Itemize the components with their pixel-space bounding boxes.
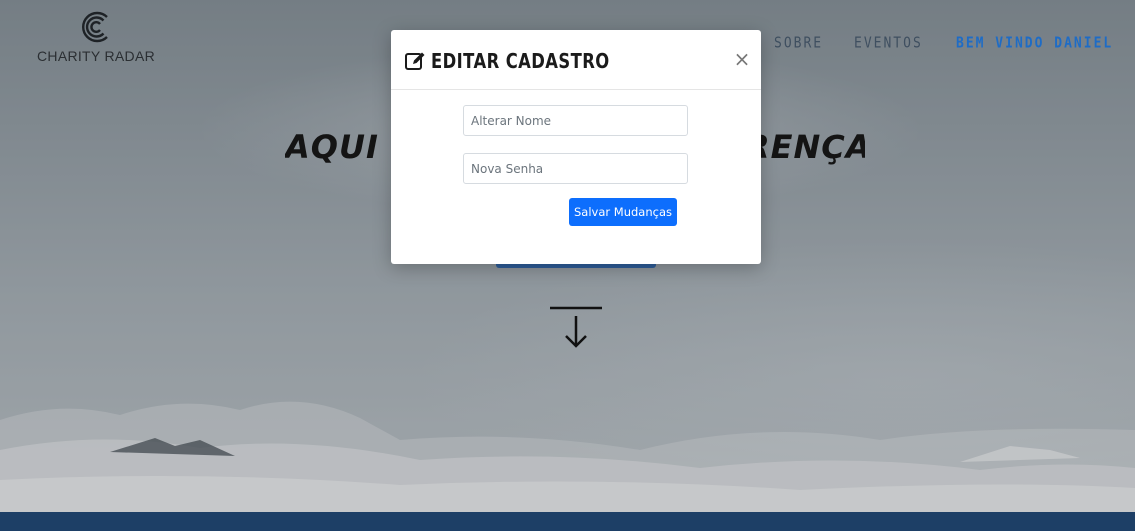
page: CHARITY RADAR SOBRE EVENTOS BEM VINDO DA… <box>0 0 1135 531</box>
nav-item-eventos[interactable]: EVENTOS <box>854 35 923 52</box>
modal-header: EDITAR CADASTRO × <box>391 30 761 90</box>
bottom-section-bar <box>0 512 1135 531</box>
edit-square-icon <box>405 52 425 70</box>
save-changes-button[interactable]: Salvar Mudanças <box>569 198 677 226</box>
brand-name: CHARITY RADAR <box>37 48 155 64</box>
edit-profile-modal: EDITAR CADASTRO × Salvar Mudanças <box>391 30 761 264</box>
scroll-down-arrow-icon[interactable] <box>547 302 605 352</box>
brand-logo[interactable]: CHARITY RADAR <box>36 10 156 80</box>
modal-title: EDITAR CADASTRO <box>431 49 610 73</box>
password-field[interactable] <box>463 153 688 184</box>
close-icon[interactable]: × <box>731 48 753 70</box>
nav-item-sobre[interactable]: SOBRE <box>774 35 823 52</box>
hero-title-right: RENÇA! <box>745 128 865 166</box>
concentric-c-icon <box>82 11 108 43</box>
name-field[interactable] <box>463 105 688 136</box>
nav-user-greeting[interactable]: BEM VINDO DANIEL <box>956 35 1113 52</box>
